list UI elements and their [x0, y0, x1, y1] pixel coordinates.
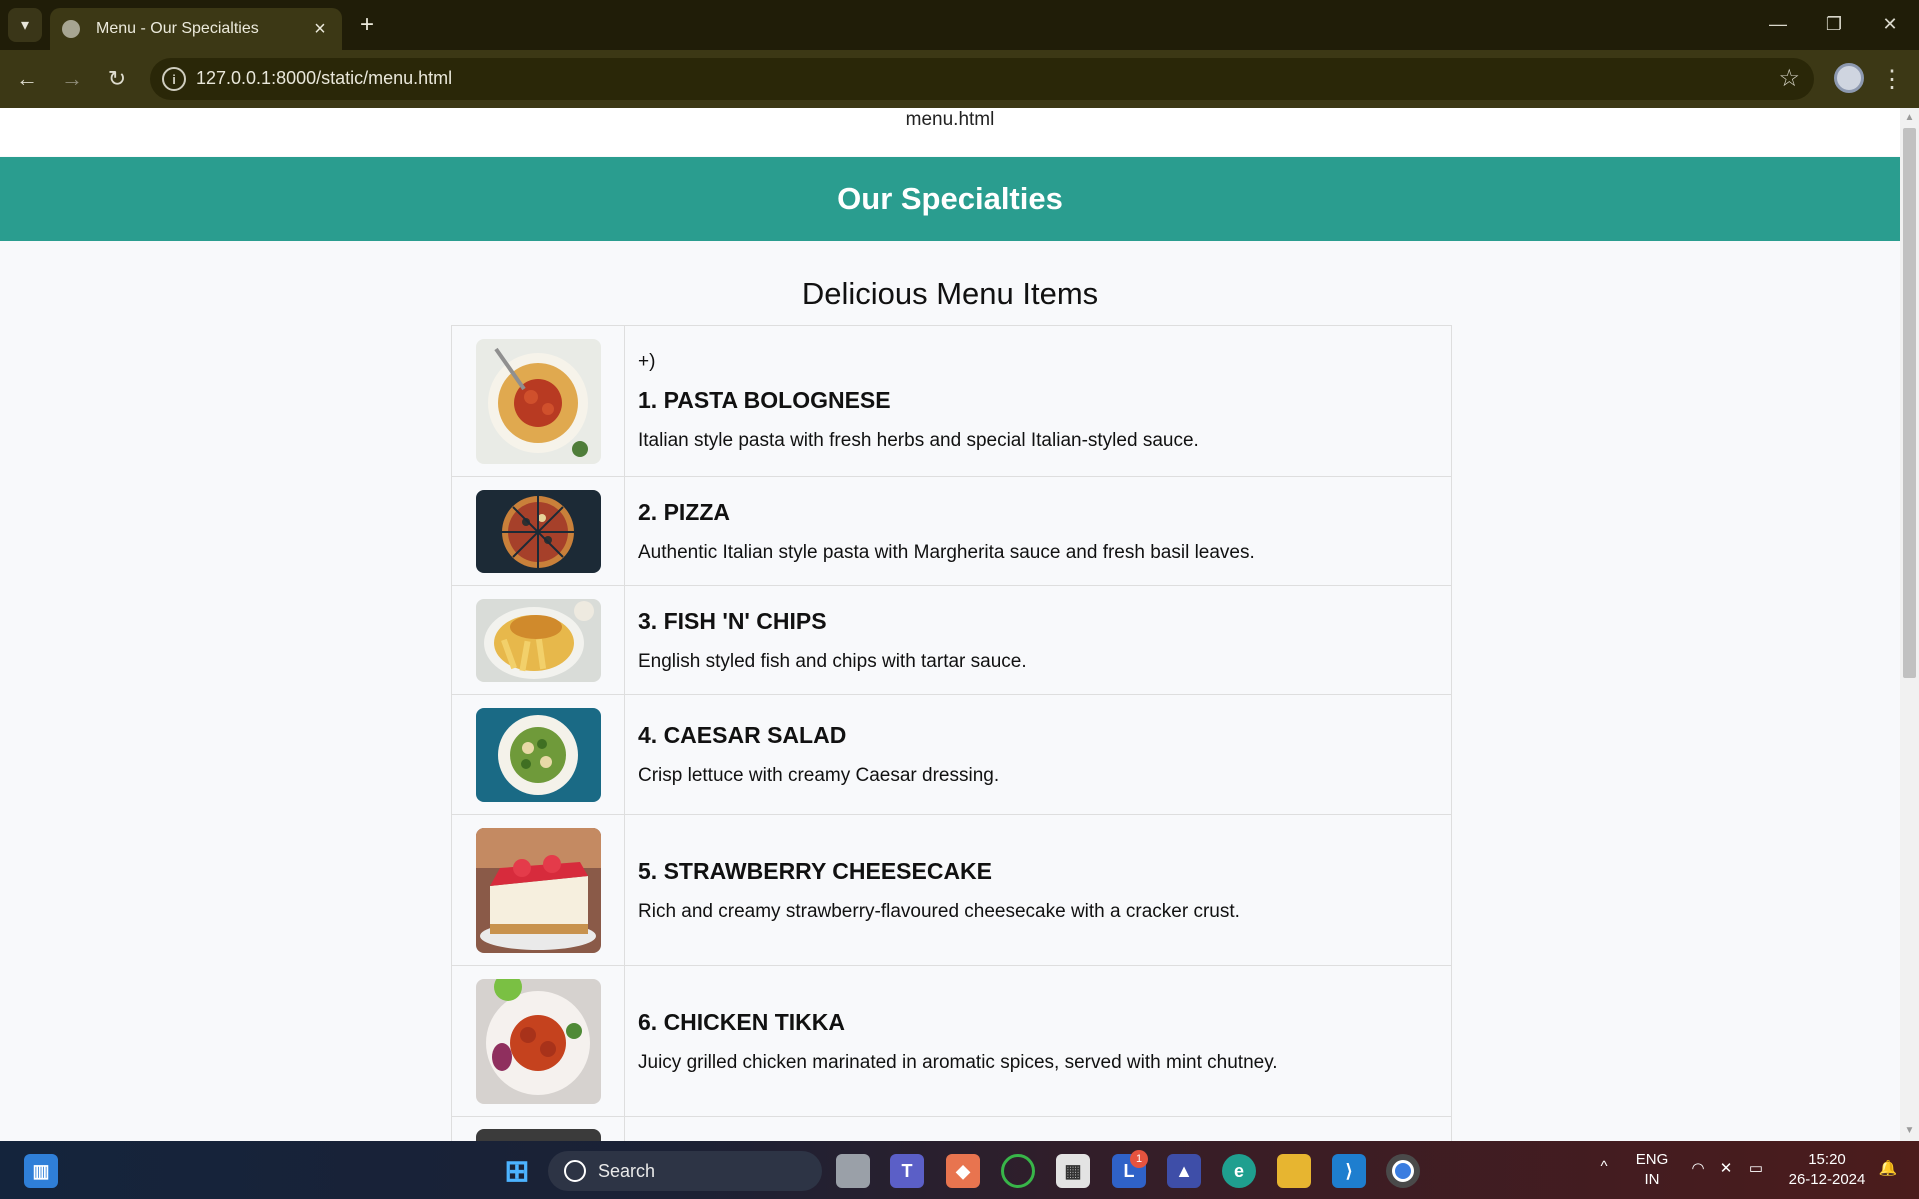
wifi-icon[interactable]: ◠ [1686, 1159, 1710, 1179]
file-label: menu.html [0, 108, 1900, 156]
text-cell: +) 1. PASTA BOLOGNESE Italian style past… [625, 326, 1451, 476]
item-description: Authentic Italian style pasta with Margh… [638, 541, 1255, 563]
tab-search-button[interactable]: ▾ [8, 8, 42, 42]
language-indicator[interactable]: ENG IN [1632, 1150, 1672, 1190]
scroll-up-arrow[interactable]: ▲ [1900, 110, 1919, 126]
menu-heading: Delicious Menu Items [801, 276, 1099, 311]
item-title: 1. PASTA BOLOGNESE [638, 386, 891, 413]
page-viewport: menu.html Our Specialties Delicious Menu… [0, 108, 1900, 1141]
restore-button[interactable]: ❐ [1812, 8, 1856, 40]
task-view-icon[interactable] [836, 1154, 870, 1188]
menu-row: 2. PIZZA Authentic Italian style pasta w… [452, 477, 1451, 586]
menu-table: +) 1. PASTA BOLOGNESE Italian style past… [451, 325, 1452, 1141]
item-description: Crisp lettuce with creamy Caesar dressin… [638, 765, 1000, 786]
caesar-salad-image [475, 707, 601, 802]
app-a-icon[interactable]: ▲ [1167, 1154, 1201, 1188]
site-info-icon[interactable]: i [162, 67, 186, 91]
image-cell [452, 477, 625, 585]
item-title: 5. STRAWBERRY CHEESECAKE [638, 857, 993, 884]
menu-item-image [475, 1129, 601, 1141]
strawberry-cheesecake-image [475, 827, 601, 953]
volume-muted-icon[interactable]: ✕ [1714, 1159, 1738, 1179]
image-cell [452, 815, 625, 965]
image-cell [452, 326, 625, 476]
close-window-button[interactable]: ✕ [1868, 8, 1912, 40]
bookmark-star-icon[interactable]: ☆ [1778, 64, 1800, 93]
stray-text: +) [638, 350, 656, 372]
text-cell: 4. CAESAR SALAD Crisp lettuce with cream… [625, 695, 1451, 814]
item-title: 4. CAESAR SALAD [638, 722, 847, 748]
taskbar-search[interactable]: Search [548, 1151, 822, 1191]
item-title: 6. CHICKEN TIKKA [638, 1008, 846, 1035]
notification-bell-icon[interactable]: 🔔 [1876, 1159, 1900, 1179]
copilot-icon[interactable]: ◆ [946, 1154, 980, 1188]
pasta-bolognese-image [475, 338, 601, 464]
language-line1: ENG [1635, 1151, 1669, 1168]
edge-icon[interactable]: e [1222, 1154, 1256, 1188]
item-description: English styled fish and chips with tarta… [638, 650, 1027, 672]
text-cell [625, 1117, 1451, 1141]
search-placeholder: Search [598, 1160, 656, 1181]
new-tab-button[interactable]: + [352, 10, 382, 40]
back-button[interactable]: ← [10, 62, 44, 96]
image-cell [452, 586, 625, 694]
vscode-icon[interactable]: ⟩ [1332, 1154, 1366, 1188]
reload-button[interactable]: ↻ [100, 62, 134, 96]
image-cell [452, 695, 625, 814]
notification-badge: 1 [1130, 1150, 1148, 1168]
chicken-tikka-image [475, 978, 601, 1104]
browser-toolbar: ← → ↻ i 127.0.0.1:8000/static/menu.html … [0, 50, 1919, 108]
show-hidden-icons-icon[interactable]: ^ [1594, 1157, 1614, 1177]
address-bar[interactable]: i 127.0.0.1:8000/static/menu.html ☆ [150, 58, 1814, 100]
minimize-button[interactable]: — [1756, 8, 1800, 40]
text-cell: 2. PIZZA Authentic Italian style pasta w… [625, 477, 1451, 585]
item-description: Rich and creamy strawberry-flavoured che… [638, 900, 1240, 922]
scroll-down-arrow[interactable]: ▼ [1900, 1123, 1919, 1139]
banner-title: Our Specialties [837, 181, 1063, 216]
close-tab-icon[interactable]: × [308, 18, 332, 41]
language-line2: IN [1644, 1171, 1660, 1188]
page-scrollbar[interactable]: ▲ ▼ [1900, 108, 1919, 1141]
tab-title: Menu - Our Specialties [96, 20, 259, 37]
clock[interactable]: 15:20 26-12-2024 [1782, 1150, 1872, 1190]
menu-row: 3. FISH 'N' CHIPS English styled fish an… [452, 586, 1451, 695]
windows-taskbar: ▥ ⊞ Search T ◆ ▦ L 1 ▲ e ⟩ ^ ENG IN ◠ ✕ … [0, 1141, 1919, 1199]
url-text: 127.0.0.1:8000/static/menu.html [196, 68, 453, 88]
text-cell: 3. FISH 'N' CHIPS English styled fish an… [625, 586, 1451, 694]
fish-and-chips-image [475, 598, 601, 682]
item-description: Italian style pasta with fresh herbs and… [638, 429, 1199, 451]
image-cell [452, 1117, 625, 1141]
search-icon [564, 1160, 586, 1182]
scrollbar-thumb[interactable] [1903, 128, 1916, 678]
menu-row: 4. CAESAR SALAD Crisp lettuce with cream… [452, 695, 1451, 815]
globe-icon [62, 20, 80, 38]
menu-row [452, 1117, 1451, 1141]
profile-avatar[interactable] [1834, 63, 1864, 93]
menu-row: 5. STRAWBERRY CHEESECAKE Rich and creamy… [452, 815, 1451, 966]
page-banner: Our Specialties [0, 157, 1900, 241]
browser-menu-icon[interactable]: ⋮ [1880, 62, 1904, 96]
item-title: 2. PIZZA [638, 498, 731, 525]
file-explorer-icon[interactable] [1277, 1154, 1311, 1188]
widgets-icon[interactable]: ▥ [24, 1154, 58, 1188]
tab-strip: ▾ Menu - Our Specialties × + — ❐ ✕ [0, 0, 1919, 50]
clock-date: 26-12-2024 [1788, 1171, 1866, 1188]
clock-time: 15:20 [1808, 1151, 1846, 1168]
text-cell: 5. STRAWBERRY CHEESECAKE Rich and creamy… [625, 815, 1451, 965]
battery-icon[interactable]: ▭ [1744, 1159, 1768, 1179]
text-cell: 6. CHICKEN TIKKA Juicy grilled chicken m… [625, 966, 1451, 1116]
menu-row: +) 1. PASTA BOLOGNESE Italian style past… [452, 326, 1451, 477]
active-tab[interactable]: Menu - Our Specialties × [50, 8, 342, 50]
loading-app-icon[interactable] [1001, 1154, 1035, 1188]
chrome-icon[interactable] [1386, 1154, 1420, 1188]
teams-icon[interactable]: T [890, 1154, 924, 1188]
item-title: 3. FISH 'N' CHIPS [638, 607, 827, 634]
image-cell [452, 966, 625, 1116]
pizza-image [475, 489, 601, 573]
forward-button[interactable]: → [55, 62, 89, 96]
store-icon[interactable]: ▦ [1056, 1154, 1090, 1188]
menu-row: 6. CHICKEN TIKKA Juicy grilled chicken m… [452, 966, 1451, 1117]
item-description: Juicy grilled chicken marinated in aroma… [638, 1051, 1278, 1073]
start-windows-icon[interactable]: ⊞ [500, 1154, 534, 1188]
